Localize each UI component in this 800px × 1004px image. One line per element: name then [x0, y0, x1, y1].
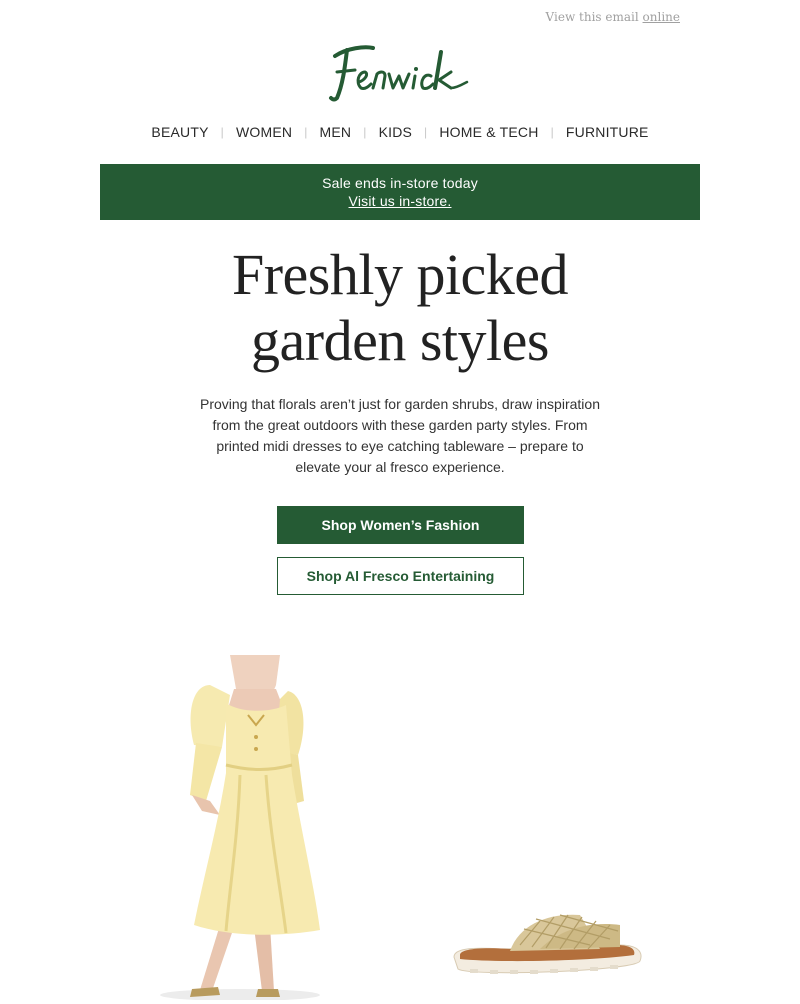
- intro-paragraph: Proving that florals aren’t just for gar…: [200, 396, 600, 475]
- yellow-dress-image[interactable]: [130, 655, 370, 1001]
- view-online-prefix: View this email: [545, 10, 639, 24]
- nav-item-women[interactable]: WOMEN: [224, 124, 304, 140]
- nav-item-kids[interactable]: KIDS: [367, 124, 424, 140]
- visit-store-link[interactable]: Visit us in-store.: [100, 192, 700, 210]
- woven-sandal-icon: [453, 914, 642, 974]
- hero-headline: Freshly picked garden styles: [0, 242, 800, 374]
- headline-line-2: garden styles: [251, 308, 549, 373]
- nav-item-home-tech[interactable]: HOME & TECH: [427, 124, 550, 140]
- shop-womens-fashion-button[interactable]: Shop Women’s Fashion: [277, 506, 524, 544]
- main-navigation: BEAUTY | WOMEN | MEN | KIDS | HOME & TEC…: [0, 124, 800, 140]
- sale-banner: Sale ends in-store today Visit us in-sto…: [100, 164, 700, 220]
- woven-sandal-image[interactable]: [440, 905, 660, 985]
- shop-al-fresco-button[interactable]: Shop Al Fresco Entertaining: [277, 557, 524, 595]
- nav-item-men[interactable]: MEN: [308, 124, 364, 140]
- nav-item-furniture[interactable]: FURNITURE: [554, 124, 661, 140]
- nav-item-beauty[interactable]: BEAUTY: [139, 124, 220, 140]
- view-online-link[interactable]: online: [643, 10, 680, 24]
- yellow-dress-icon: [160, 655, 320, 1001]
- sale-banner-text: Sale ends in-store today: [322, 175, 478, 191]
- headline-line-1: Freshly picked: [231, 242, 569, 307]
- view-online-bar: View this email online: [546, 10, 680, 24]
- fenwick-logo-icon: [329, 45, 469, 102]
- fenwick-logo[interactable]: [0, 40, 800, 108]
